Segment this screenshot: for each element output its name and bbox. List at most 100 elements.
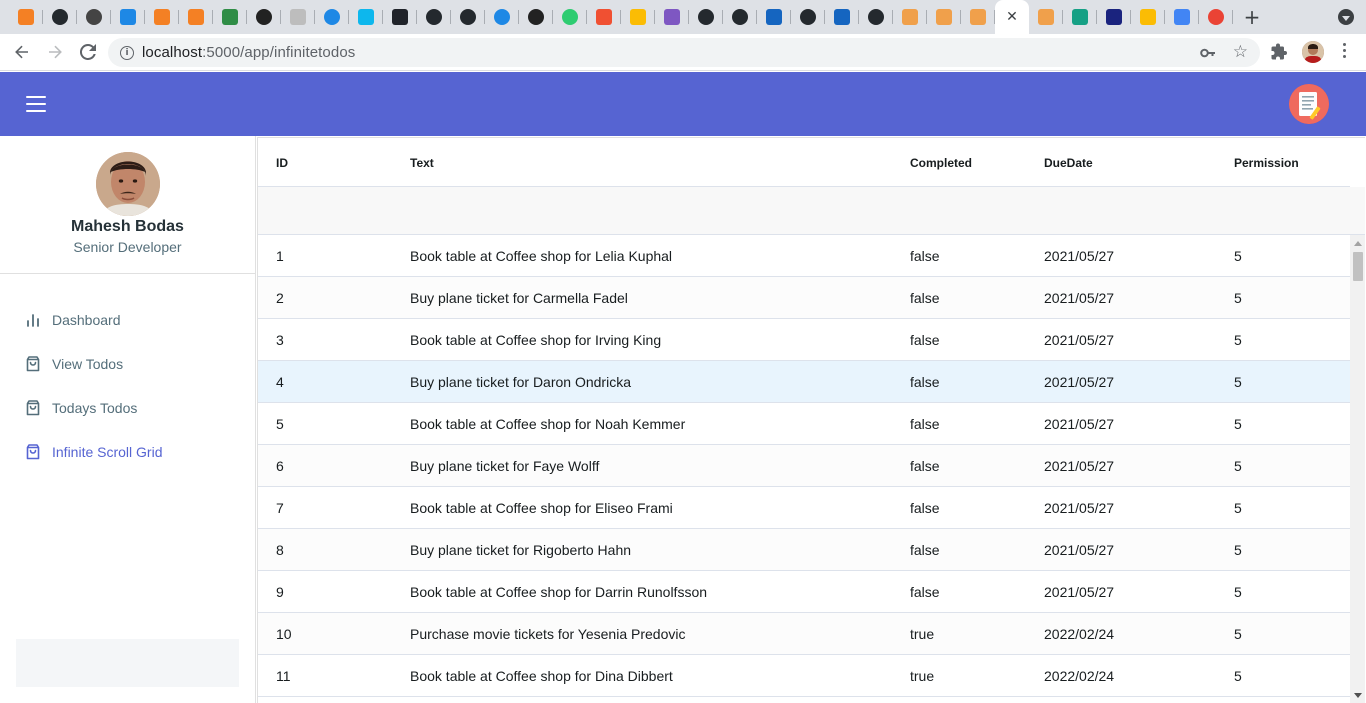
- cell-text[interactable]: Book table at Coffee shop for Noah Kemme…: [410, 403, 685, 444]
- back-button[interactable]: [7, 37, 37, 67]
- browser-tab[interactable]: [723, 0, 757, 34]
- browser-tab[interactable]: [485, 0, 519, 34]
- cell-text[interactable]: Buy plane ticket for Rigoberto Hahn: [410, 529, 631, 570]
- browser-tab[interactable]: [1097, 0, 1131, 34]
- cell-permission[interactable]: 5: [1234, 613, 1242, 654]
- browser-menu-icon[interactable]: [1343, 43, 1346, 58]
- browser-tab[interactable]: [1131, 0, 1165, 34]
- cell-duedate[interactable]: 2021/05/27: [1044, 445, 1114, 486]
- scrollbar-thumb[interactable]: [1353, 252, 1363, 281]
- cell-id[interactable]: 11: [276, 655, 291, 696]
- browser-tab[interactable]: [961, 0, 995, 34]
- cell-duedate[interactable]: 2021/05/27: [1044, 361, 1114, 402]
- cell-text[interactable]: Book table at Coffee shop for Lelia Kuph…: [410, 235, 672, 276]
- browser-tab[interactable]: [621, 0, 655, 34]
- cell-permission[interactable]: 5: [1234, 445, 1242, 486]
- browser-tab[interactable]: [893, 0, 927, 34]
- cell-completed[interactable]: false: [910, 361, 940, 402]
- browser-tab[interactable]: [1029, 0, 1063, 34]
- puzzle-extensions-icon[interactable]: [1270, 43, 1288, 61]
- browser-tab[interactable]: [77, 0, 111, 34]
- table-row[interactable]: 3 Book table at Coffee shop for Irving Ki…: [258, 319, 1350, 361]
- cell-completed[interactable]: false: [910, 277, 940, 318]
- cell-completed[interactable]: false: [910, 487, 940, 528]
- browser-tab[interactable]: [553, 0, 587, 34]
- browser-tab[interactable]: [281, 0, 315, 34]
- tab-search-icon[interactable]: [1338, 9, 1354, 25]
- cell-text[interactable]: Buy plane ticket for Faye Wolff: [410, 445, 599, 486]
- browser-tab[interactable]: [315, 0, 349, 34]
- cell-id[interactable]: 5: [276, 403, 284, 444]
- table-row[interactable]: 8 Buy plane ticket for Rigoberto Hahn fals…: [258, 529, 1350, 571]
- browser-tab[interactable]: [859, 0, 893, 34]
- browser-tab[interactable]: [519, 0, 553, 34]
- browser-tab[interactable]: [927, 0, 961, 34]
- column-header-text[interactable]: Text: [410, 138, 434, 187]
- cell-completed[interactable]: true: [910, 655, 934, 696]
- cell-permission[interactable]: 5: [1234, 235, 1242, 276]
- cell-id[interactable]: 3: [276, 319, 284, 360]
- browser-tab[interactable]: [655, 0, 689, 34]
- browser-tab[interactable]: [757, 0, 791, 34]
- cell-completed[interactable]: false: [910, 529, 940, 570]
- cell-permission[interactable]: 5: [1234, 277, 1242, 318]
- bookmark-star-icon[interactable]: ☆: [1233, 42, 1248, 62]
- key-icon[interactable]: [1200, 45, 1216, 61]
- scroll-up-arrow-icon[interactable]: [1354, 241, 1362, 246]
- cell-permission[interactable]: 5: [1234, 529, 1242, 570]
- browser-tab[interactable]: [1199, 0, 1233, 34]
- sidebar-item-dashboard[interactable]: Dashboard: [16, 298, 239, 342]
- cell-id[interactable]: 10: [276, 613, 292, 654]
- cell-permission[interactable]: 5: [1234, 487, 1242, 528]
- cell-text[interactable]: Purchase movie tickets for Yesenia Predo…: [410, 613, 685, 654]
- table-row[interactable]: 6 Buy plane ticket for Faye Wolff false 202…: [258, 445, 1350, 487]
- browser-tab[interactable]: ✕: [995, 0, 1029, 34]
- browser-tab[interactable]: [383, 0, 417, 34]
- cell-completed[interactable]: false: [910, 403, 940, 444]
- browser-tab[interactable]: [145, 0, 179, 34]
- browser-tab[interactable]: [451, 0, 485, 34]
- grid-vertical-scrollbar[interactable]: [1350, 235, 1365, 703]
- column-header-completed[interactable]: Completed: [910, 138, 972, 187]
- browser-tab[interactable]: [213, 0, 247, 34]
- cell-permission[interactable]: 5: [1234, 403, 1242, 444]
- address-bar[interactable]: i localhost:5000/app/infinitetodos ☆: [108, 38, 1260, 67]
- table-row[interactable]: 7 Book table at Coffee shop for Eliseo Fr…: [258, 487, 1350, 529]
- table-row[interactable]: 1 Book table at Coffee shop for Lelia Kup…: [258, 235, 1350, 277]
- browser-tab[interactable]: [247, 0, 281, 34]
- table-row[interactable]: 5 Book table at Coffee shop for Noah Kemm…: [258, 403, 1350, 445]
- cell-id[interactable]: 8: [276, 529, 284, 570]
- cell-duedate[interactable]: 2022/02/24: [1044, 655, 1114, 696]
- cell-id[interactable]: 6: [276, 445, 284, 486]
- user-avatar[interactable]: [96, 152, 160, 216]
- cell-duedate[interactable]: 2021/05/27: [1044, 319, 1114, 360]
- table-row[interactable]: 9 Book table at Coffee shop for Darrin Ru…: [258, 571, 1350, 613]
- browser-tab[interactable]: [825, 0, 859, 34]
- cell-duedate[interactable]: 2022/02/24: [1044, 613, 1114, 654]
- table-row[interactable]: 11 Book table at Coffee shop for Dina Dib…: [258, 655, 1350, 697]
- cell-permission[interactable]: 5: [1234, 319, 1242, 360]
- column-header-duedate[interactable]: DueDate: [1044, 138, 1093, 187]
- cell-permission[interactable]: 5: [1234, 361, 1242, 402]
- cell-completed[interactable]: false: [910, 445, 940, 486]
- cell-duedate[interactable]: 2021/05/27: [1044, 529, 1114, 570]
- cell-id[interactable]: 4: [276, 361, 284, 402]
- browser-tab[interactable]: [111, 0, 145, 34]
- browser-tab[interactable]: [1165, 0, 1199, 34]
- cell-completed[interactable]: false: [910, 319, 940, 360]
- scroll-down-arrow-icon[interactable]: [1354, 693, 1362, 698]
- browser-tab[interactable]: [349, 0, 383, 34]
- cell-text[interactable]: Book table at Coffee shop for Dina Dibbe…: [410, 655, 673, 696]
- cell-completed[interactable]: false: [910, 235, 940, 276]
- cell-text[interactable]: Book table at Coffee shop for Irving Kin…: [410, 319, 661, 360]
- cell-id[interactable]: 7: [276, 487, 284, 528]
- site-info-icon[interactable]: i: [120, 45, 134, 60]
- sidebar-item-todays-todos[interactable]: Todays Todos: [16, 386, 239, 430]
- cell-text[interactable]: Buy plane ticket for Carmella Fadel: [410, 277, 628, 318]
- browser-tab[interactable]: [179, 0, 213, 34]
- hamburger-menu-icon[interactable]: [22, 94, 50, 114]
- sidebar-item-infinite-scroll-grid[interactable]: Infinite Scroll Grid: [16, 430, 239, 474]
- cell-id[interactable]: 1: [276, 235, 284, 276]
- cell-permission[interactable]: 5: [1234, 655, 1242, 696]
- url-text[interactable]: localhost:5000/app/infinitetodos: [142, 44, 355, 61]
